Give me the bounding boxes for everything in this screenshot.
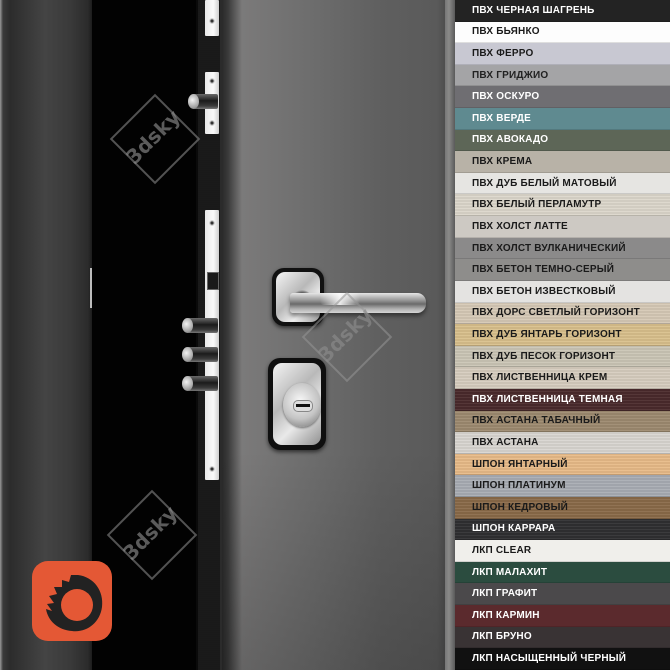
color-swatch[interactable]: ЛКП CLEAR	[455, 540, 670, 562]
swatch-label: ШПОН ПЛАТИНУМ	[472, 480, 566, 492]
color-swatch[interactable]: ПВХ БЬЯНКО	[455, 21, 670, 44]
color-swatch[interactable]: ШПОН КАРРАРА	[455, 518, 670, 541]
latch-bolt	[207, 272, 219, 290]
swatch-label: ПВХ БЬЯНКО	[472, 26, 540, 38]
color-swatch[interactable]: ШПОН ПЛАТИНУМ	[455, 475, 670, 498]
swatch-label: ЛКП ГРАФИТ	[472, 588, 538, 600]
color-swatch[interactable]: ПВХ ЛИСТВЕННИЦА ТЕМНАЯ	[455, 388, 670, 411]
swatch-label: ШПОН КАРРАРА	[472, 523, 556, 535]
swatch-label: ПВХ АСТАНА	[472, 436, 539, 448]
handle-highlight	[320, 293, 360, 305]
door-leaf-shade	[222, 450, 445, 670]
color-swatch[interactable]: ПВХ КРЕМА	[455, 151, 670, 173]
swatch-label: ПВХ ВЕРДЕ	[472, 112, 532, 124]
lock-cylinder	[283, 383, 321, 427]
swatch-label: ПВХ ОСКУРО	[472, 91, 540, 103]
color-swatch-list: ПВХ ЧЕРНАЯ ШАГРЕНЬ ПВХ БЬЯНКО ПВХ ФЕРРО ПВХ…	[455, 0, 670, 670]
color-swatch[interactable]: ШПОН ЯНТАРНЫЙ	[455, 453, 670, 476]
locking-bolt	[182, 318, 218, 333]
logo-glyph-icon	[46, 575, 103, 632]
swatch-label: ПВХ ФЕРРО	[472, 48, 534, 60]
color-swatch[interactable]: ЛКП БРУНО	[455, 626, 670, 649]
color-swatch[interactable]: ПВХ БЕТОН ИЗВЕСТКОВЫЙ	[455, 280, 670, 303]
keyhole-icon	[293, 400, 313, 412]
swatch-label: ПВХ ДУБ ПЕСОК ГОРИЗОНТ	[472, 350, 616, 362]
top-locking-bolt	[188, 94, 218, 109]
color-swatch[interactable]: ПВХ ХОЛСТ ВУЛКАНИЧЕСКИЙ	[455, 237, 670, 260]
door-leaf-edge	[445, 0, 455, 670]
swatch-label: ПВХ ЛИСТВЕННИЦА ТЕМНАЯ	[472, 393, 623, 405]
color-swatch[interactable]: ПВХ БЕТОН ТЕМНО-СЕРЫЙ	[455, 259, 670, 281]
color-swatch[interactable]: ШПОН КЕДРОВЫЙ	[455, 497, 670, 519]
swatch-label: ПВХ БЕЛЫЙ ПЕРЛАМУТР	[472, 199, 602, 211]
screw-icon	[209, 18, 215, 24]
color-swatch[interactable]: ПВХ ДУБ БЕЛЫЙ МАТОВЫЙ	[455, 172, 670, 195]
color-swatch[interactable]: ПВХ ФЕРРО	[455, 43, 670, 65]
color-swatch[interactable]: ПВХ ЧЕРНАЯ ШАГРЕНЬ	[455, 0, 670, 22]
color-swatch[interactable]: ПВХ ВЕРДЕ	[455, 108, 670, 130]
color-swatch[interactable]: ЛКП ГРАФИТ	[455, 583, 670, 606]
swatch-label: ПВХ ДУБ ЯНТАРЬ ГОРИЗОНТ	[472, 328, 622, 340]
swatch-label: ШПОН КЕДРОВЫЙ	[472, 501, 569, 513]
color-swatch[interactable]: ЛКП НАСЫЩЕННЫЙ ЧЕРНЫЙ	[455, 648, 670, 670]
color-swatch[interactable]: ПВХ БЕЛЫЙ ПЕРЛАМУТР	[455, 194, 670, 217]
swatch-label: ПВХ АВОКАДО	[472, 134, 549, 146]
color-swatch[interactable]: ЛКП МАЛАХИТ	[455, 561, 670, 584]
swatch-label: ПВХ БЕТОН ИЗВЕСТКОВЫЙ	[472, 285, 616, 297]
color-swatch[interactable]: ПВХ ДОРС СВЕТЛЫЙ ГОРИЗОНТ	[455, 302, 670, 325]
swatch-label: ЛКП БРУНО	[472, 631, 532, 643]
color-swatch[interactable]: ПВХ АСТАНА	[455, 432, 670, 454]
swatch-label: ШПОН ЯНТАРНЫЙ	[472, 458, 568, 470]
color-swatch[interactable]: ПВХ ГРИДЖИО	[455, 64, 670, 87]
locking-bolt	[182, 376, 218, 391]
swatch-label: ПВХ ДУБ БЕЛЫЙ МАТОВЫЙ	[472, 177, 617, 189]
swatch-label: ЛКП КАРМИН	[472, 609, 540, 621]
color-swatch[interactable]: ЛКП КАРМИН	[455, 605, 670, 627]
screw-icon	[209, 78, 215, 84]
color-swatch[interactable]: ПВХ ОСКУРО	[455, 86, 670, 109]
color-swatch[interactable]: ПВХ ДУБ ПЕСОК ГОРИЗОНТ	[455, 345, 670, 368]
screw-icon	[209, 466, 215, 472]
swatch-label: ПВХ ГРИДЖИО	[472, 69, 549, 81]
swatch-label: ПВХ ХОЛСТ ВУЛКАНИЧЕСКИЙ	[472, 242, 626, 254]
color-swatch[interactable]: ПВХ АСТАНА ТАБАЧНЫЙ	[455, 410, 670, 433]
cylinder-escutcheon	[268, 358, 326, 450]
corona-renderer-logo-icon	[32, 561, 112, 641]
swatch-label: ЛКП МАЛАХИТ	[472, 566, 548, 578]
swatch-label: ПВХ ХОЛСТ ЛАТТЕ	[472, 220, 568, 232]
swatch-label: ЛКП НАСЫЩЕННЫЙ ЧЕРНЫЙ	[472, 653, 627, 665]
swatch-label: ПВХ ЛИСТВЕННИЦА КРЕМ	[472, 372, 608, 384]
color-swatch[interactable]: ПВХ ХОЛСТ ЛАТТЕ	[455, 216, 670, 238]
color-swatch[interactable]: ПВХ ДУБ ЯНТАРЬ ГОРИЗОНТ	[455, 324, 670, 346]
swatch-label: ПВХ ЧЕРНАЯ ШАГРЕНЬ	[472, 4, 595, 16]
swatch-label: ЛКП CLEAR	[472, 545, 532, 557]
screw-icon	[209, 220, 215, 226]
multipoint-lock-faceplate	[205, 210, 219, 480]
swatch-label: ПВХ АСТАНА ТАБАЧНЫЙ	[472, 415, 601, 427]
locking-bolt	[182, 347, 218, 362]
color-swatch[interactable]: ПВХ ЛИСТВЕННИЦА КРЕМ	[455, 367, 670, 389]
color-swatch[interactable]: ПВХ АВОКАДО	[455, 129, 670, 152]
screw-icon	[209, 120, 215, 126]
swatch-label: ПВХ ДОРС СВЕТЛЫЙ ГОРИЗОНТ	[472, 307, 640, 319]
swatch-label: ПВХ БЕТОН ТЕМНО-СЕРЫЙ	[472, 264, 615, 276]
swatch-label: ПВХ КРЕМА	[472, 156, 533, 168]
